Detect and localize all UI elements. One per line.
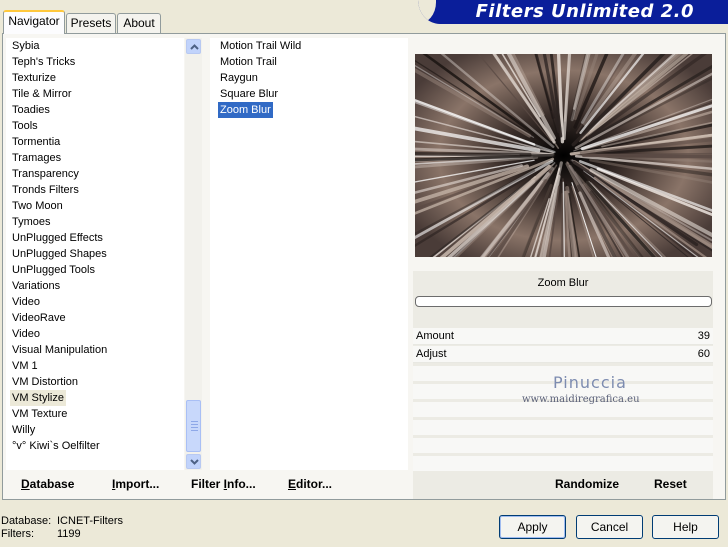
filter-item[interactable]: Motion Trail Wild — [218, 38, 303, 54]
category-item[interactable]: Teph's Tricks — [10, 54, 77, 70]
watermark-name: Pinuccia — [553, 373, 627, 392]
slider-amount-label: Amount — [416, 330, 454, 342]
scroll-up-button[interactable] — [186, 39, 201, 54]
banner-title: Filters Unlimited 2.0 — [475, 1, 694, 22]
category-item[interactable]: UnPlugged Shapes — [10, 246, 109, 262]
filter-item[interactable]: Square Blur — [218, 86, 280, 102]
help-button[interactable]: Help — [652, 515, 719, 539]
database-label: atabase — [29, 477, 75, 491]
preview-image — [415, 54, 712, 257]
category-item[interactable]: UnPlugged Effects — [10, 230, 105, 246]
category-item[interactable]: UnPlugged Tools — [10, 262, 97, 278]
scroll-down-button[interactable] — [186, 454, 201, 469]
tab-navigator-label: Navigator — [8, 14, 60, 28]
editor-button[interactable]: Editor... — [288, 477, 332, 491]
status-filters-value: 1199 — [57, 528, 81, 540]
cancel-button[interactable]: Cancel — [576, 515, 643, 539]
category-item[interactable]: Tormentia — [10, 134, 62, 150]
slider-amount[interactable]: Amount 39 — [413, 328, 713, 345]
import-label: mport... — [115, 477, 160, 491]
randomize-button[interactable]: Randomize — [555, 477, 619, 491]
category-item[interactable]: Video — [10, 326, 42, 342]
scroll-thumb[interactable] — [186, 400, 201, 452]
chevron-up-icon — [190, 44, 199, 50]
filter-item-selected[interactable]: Zoom Blur — [218, 102, 273, 118]
slider-empty-row — [413, 456, 713, 471]
category-item[interactable]: VideoRave — [10, 310, 68, 326]
editor-accel: E — [288, 477, 297, 491]
category-item[interactable]: °v° Kiwi`s Oelfilter — [10, 438, 102, 454]
slider-adjust[interactable]: Adjust 60 — [413, 346, 713, 363]
category-item[interactable]: VM 1 — [10, 358, 40, 374]
tab-presets[interactable]: Presets — [66, 13, 116, 33]
status-database-label: Database: — [1, 515, 52, 527]
database-button[interactable]: Database — [21, 477, 74, 491]
category-item[interactable]: Tramages — [10, 150, 63, 166]
category-item-selected[interactable]: VM Stylize — [10, 390, 66, 406]
category-item[interactable]: Sybia — [10, 38, 42, 54]
category-item[interactable]: Texturize — [10, 70, 58, 86]
filter-info-button[interactable]: Filter Info... — [191, 477, 256, 491]
tab-about[interactable]: About — [117, 13, 161, 33]
editor-label: ditor... — [296, 477, 333, 491]
category-item[interactable]: VM Distortion — [10, 374, 80, 390]
status-database-value: ICNET-Filters — [57, 515, 123, 527]
category-item[interactable]: Transparency — [10, 166, 81, 182]
category-item[interactable]: Tymoes — [10, 214, 53, 230]
banner: Filters Unlimited 2.0 — [418, 0, 728, 24]
category-item[interactable]: VM Texture — [10, 406, 69, 422]
chevron-down-icon — [190, 459, 199, 465]
category-item[interactable]: Tile & Mirror — [10, 86, 73, 102]
filter-info-prefix: Filter — [191, 477, 224, 491]
filter-info-label: nfo... — [227, 477, 256, 491]
apply-button[interactable]: Apply — [499, 515, 566, 539]
status-filters-label: Filters: — [1, 528, 34, 540]
tab-navigator[interactable]: Navigator — [3, 10, 65, 34]
slider-adjust-label: Adjust — [416, 348, 447, 360]
category-item[interactable]: Video — [10, 294, 42, 310]
category-item[interactable]: Tronds Filters — [10, 182, 81, 198]
reset-button[interactable]: Reset — [654, 477, 687, 491]
filter-list[interactable]: Motion Trail Wild Motion Trail Raygun Sq… — [210, 38, 408, 470]
category-item[interactable]: Toadies — [10, 102, 52, 118]
category-item[interactable]: Variations — [10, 278, 62, 294]
progress-bar — [415, 296, 712, 307]
slider-adjust-value: 60 — [697, 348, 710, 360]
tab-about-label: About — [123, 16, 155, 30]
category-list[interactable]: Sybia Teph's Tricks Texturize Tile & Mir… — [6, 38, 184, 470]
category-scrollbar[interactable] — [185, 38, 202, 470]
slider-amount-value: 39 — [697, 330, 710, 342]
slider-empty-row — [413, 438, 713, 453]
filter-item[interactable]: Motion Trail — [218, 54, 279, 70]
filter-item[interactable]: Raygun — [218, 70, 260, 86]
import-button[interactable]: Import... — [112, 477, 159, 491]
category-item[interactable]: Two Moon — [10, 198, 65, 214]
category-item[interactable]: Willy — [10, 422, 37, 438]
category-item[interactable]: Visual Manipulation — [10, 342, 109, 358]
category-item[interactable]: Tools — [10, 118, 40, 134]
database-accel: D — [21, 477, 30, 491]
watermark-url: www.maidiregrafica.eu — [522, 394, 640, 405]
slider-empty-row — [413, 420, 713, 435]
tab-presets-label: Presets — [70, 16, 112, 30]
filter-name-label: Zoom Blur — [537, 277, 589, 289]
